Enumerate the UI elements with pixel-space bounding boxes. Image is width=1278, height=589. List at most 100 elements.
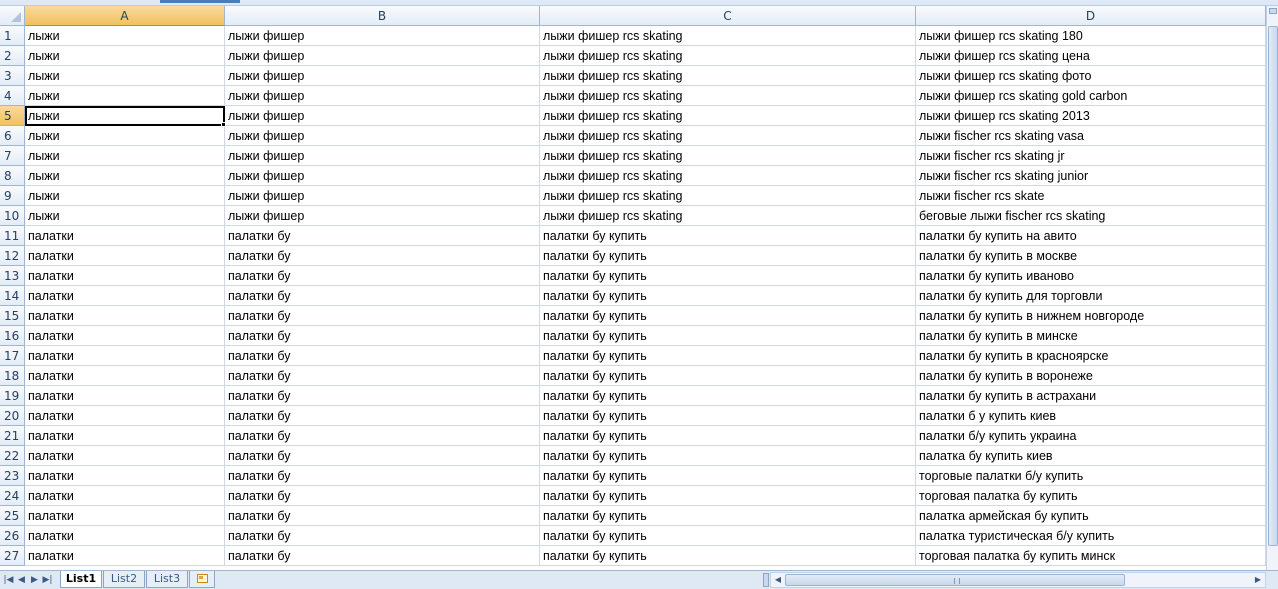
cell-b[interactable]: палатки бу (225, 546, 540, 566)
cell-c[interactable]: лыжи фишер rcs skating (540, 66, 916, 86)
cell-a[interactable]: лыжи (25, 206, 225, 226)
cell-b[interactable]: лыжи фишер (225, 166, 540, 186)
cell-d[interactable]: лыжи фишер rcs skating 180 (916, 26, 1266, 46)
row-header[interactable]: 16 (0, 326, 25, 346)
cell-b[interactable]: палатки бу (225, 526, 540, 546)
fill-handle[interactable] (221, 122, 226, 127)
cell-a[interactable]: лыжи (25, 166, 225, 186)
next-sheet-icon[interactable]: ▶ (29, 574, 40, 586)
cell-b[interactable]: палатки бу (225, 466, 540, 486)
row-header[interactable]: 5 (0, 106, 25, 126)
row-header[interactable]: 22 (0, 446, 25, 466)
sheet-tab-list2[interactable]: List2 (103, 571, 145, 588)
cell-d[interactable]: палатки бу купить в астрахани (916, 386, 1266, 406)
cell-b[interactable]: палатки бу (225, 346, 540, 366)
cell-a[interactable]: палатки (25, 226, 225, 246)
cell-a[interactable]: лыжи (25, 26, 225, 46)
cell-b[interactable]: палатки бу (225, 306, 540, 326)
cell-a[interactable]: палатки (25, 346, 225, 366)
cell-d[interactable]: палатки бу купить в красноярске (916, 346, 1266, 366)
cell-a[interactable]: палатки (25, 546, 225, 566)
cell-b[interactable]: лыжи фишер (225, 206, 540, 226)
cell-c[interactable]: лыжи фишер rcs skating (540, 206, 916, 226)
cell-b[interactable]: палатки бу (225, 386, 540, 406)
row-header[interactable]: 9 (0, 186, 25, 206)
spreadsheet-grid[interactable]: A B C D 1 лыжи лыжи фишер лыжи фишер rcs sk… (0, 6, 1266, 570)
cell-a[interactable]: палатки (25, 406, 225, 426)
row-header[interactable]: 3 (0, 66, 25, 86)
cell-c[interactable]: палатки бу купить (540, 306, 916, 326)
cell-a[interactable]: палатки (25, 426, 225, 446)
cell-b[interactable]: палатки бу (225, 406, 540, 426)
row-header[interactable]: 4 (0, 86, 25, 106)
cell-a[interactable]: палатки (25, 306, 225, 326)
column-header-d[interactable]: D (916, 6, 1266, 26)
row-header[interactable]: 25 (0, 506, 25, 526)
cell-b[interactable]: лыжи фишер (225, 126, 540, 146)
cell-b[interactable]: лыжи фишер (225, 26, 540, 46)
cell-a[interactable]: лыжи (25, 126, 225, 146)
cell-d[interactable]: лыжи fischer rcs skating junior (916, 166, 1266, 186)
cell-a[interactable]: палатки (25, 466, 225, 486)
cell-c[interactable]: палатки бу купить (540, 466, 916, 486)
cell-a[interactable]: палатки (25, 446, 225, 466)
cell-b[interactable]: палатки бу (225, 226, 540, 246)
cell-c[interactable]: лыжи фишер rcs skating (540, 26, 916, 46)
row-header[interactable]: 23 (0, 466, 25, 486)
row-header[interactable]: 24 (0, 486, 25, 506)
row-header[interactable]: 18 (0, 366, 25, 386)
horizontal-scroll-thumb[interactable] (785, 574, 1125, 586)
cell-c[interactable]: лыжи фишер rcs skating (540, 126, 916, 146)
cell-c[interactable]: лыжи фишер rcs skating (540, 146, 916, 166)
cell-c[interactable]: палатки бу купить (540, 406, 916, 426)
cell-c[interactable]: лыжи фишер rcs skating (540, 86, 916, 106)
cell-d[interactable]: лыжи fischer rcs skating jr (916, 146, 1266, 166)
row-header[interactable]: 12 (0, 246, 25, 266)
column-header-b[interactable]: B (225, 6, 540, 26)
cell-d[interactable]: торговая палатка бу купить (916, 486, 1266, 506)
last-sheet-icon[interactable]: ▶| (42, 574, 53, 586)
cell-d[interactable]: палатка туристическая б/у купить (916, 526, 1266, 546)
cell-c[interactable]: палатки бу купить (540, 546, 916, 566)
scroll-right-icon[interactable]: ▶ (1253, 575, 1263, 585)
cell-d[interactable]: палатки бу купить в воронеже (916, 366, 1266, 386)
cell-d[interactable]: торговая палатка бу купить минск (916, 546, 1266, 566)
row-header[interactable]: 19 (0, 386, 25, 406)
row-header[interactable]: 10 (0, 206, 25, 226)
cell-b[interactable]: лыжи фишер (225, 86, 540, 106)
row-header[interactable]: 26 (0, 526, 25, 546)
cell-b[interactable]: палатки бу (225, 486, 540, 506)
cell-d[interactable]: палатки бу купить в москве (916, 246, 1266, 266)
row-header[interactable]: 6 (0, 126, 25, 146)
cell-a[interactable]: палатки (25, 486, 225, 506)
cell-a[interactable]: лыжи (25, 146, 225, 166)
vertical-scroll-thumb[interactable] (1268, 26, 1278, 546)
column-header-c[interactable]: C (540, 6, 916, 26)
cell-c[interactable]: палатки бу купить (540, 346, 916, 366)
cell-b[interactable]: лыжи фишер (225, 66, 540, 86)
insert-sheet-button[interactable] (189, 571, 215, 588)
cell-d[interactable]: лыжи фишер rcs skating фото (916, 66, 1266, 86)
scroll-left-icon[interactable]: ◀ (773, 575, 783, 585)
sheet-tab-list1[interactable]: List1 (60, 571, 102, 588)
cell-c[interactable]: палатки бу купить (540, 226, 916, 246)
cell-a[interactable]: палатки (25, 506, 225, 526)
cell-b[interactable]: лыжи фишер (225, 146, 540, 166)
vertical-scrollbar[interactable] (1266, 6, 1278, 570)
cell-b[interactable]: лыжи фишер (225, 46, 540, 66)
cell-c[interactable]: палатки бу купить (540, 266, 916, 286)
cell-b[interactable]: палатки бу (225, 326, 540, 346)
horizontal-split-box[interactable] (763, 573, 769, 587)
vertical-split-box[interactable] (1269, 8, 1277, 14)
cell-c[interactable]: лыжи фишер rcs skating (540, 186, 916, 206)
cell-b[interactable]: палатки бу (225, 506, 540, 526)
row-header[interactable]: 8 (0, 166, 25, 186)
row-header[interactable]: 21 (0, 426, 25, 446)
cell-d[interactable]: палатка бу купить киев (916, 446, 1266, 466)
cell-a[interactable]: лыжи (25, 66, 225, 86)
active-cell[interactable]: лыжи (25, 106, 225, 126)
cell-b[interactable]: палатки бу (225, 446, 540, 466)
cell-d[interactable]: палатки бу купить иваново (916, 266, 1266, 286)
row-header[interactable]: 14 (0, 286, 25, 306)
row-header[interactable]: 2 (0, 46, 25, 66)
